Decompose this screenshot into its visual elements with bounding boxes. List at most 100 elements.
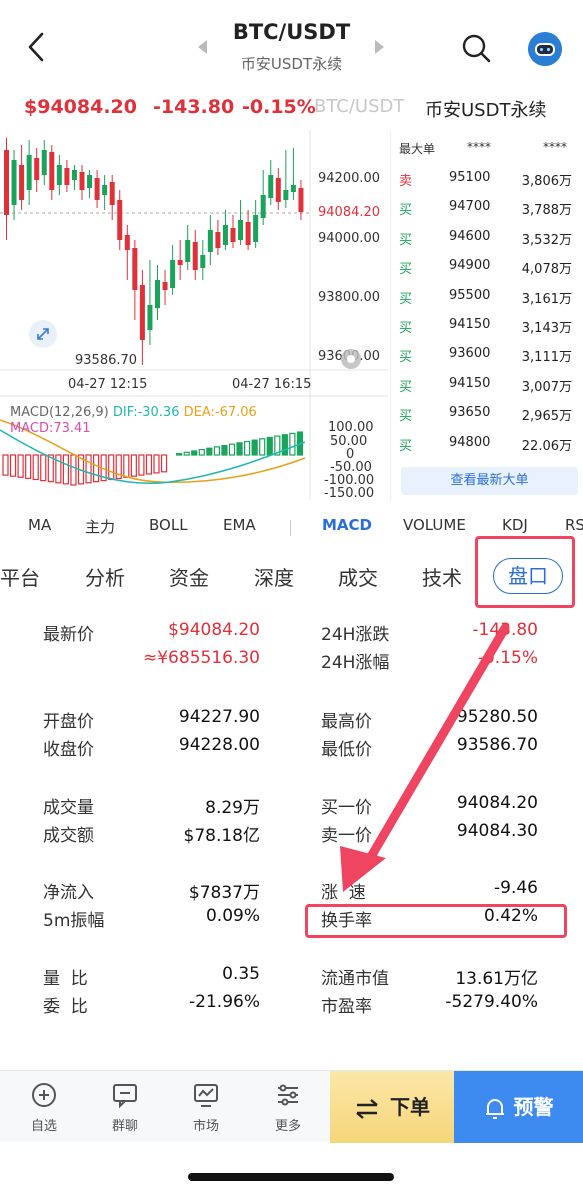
more-button[interactable]: 更多: [258, 1081, 318, 1134]
macd-value: MACD:73.41: [10, 421, 91, 436]
macd-tick: -150.00: [324, 486, 375, 501]
order-price: 94900: [449, 258, 491, 274]
indicator-ema[interactable]: EMA: [223, 516, 256, 534]
order-side: 买: [399, 321, 413, 336]
top-header: BTC/USDT 币安USDT永续: [0, 0, 583, 92]
amp5-value: 0.09%: [205, 906, 260, 926]
macd-bar: [123, 454, 130, 478]
order-side: 买: [399, 262, 413, 278]
macd-bar: [2, 454, 9, 476]
indicator-main-force[interactable]: 主力: [85, 516, 115, 537]
crosshair-handle-icon[interactable]: [340, 348, 362, 370]
y-tick: 94000.00: [318, 231, 381, 246]
chat-label: 群聊: [111, 1119, 138, 1134]
low-label: 最低价: [321, 740, 372, 760]
order-side: 买: [399, 438, 413, 454]
tab-depth[interactable]: 深度: [254, 562, 294, 591]
dea-value: DEA:-67.06: [183, 405, 257, 420]
macd-bar: [32, 454, 39, 481]
big-order-row: 买 94700 3,788万: [391, 199, 583, 228]
tab-technical[interactable]: 技术: [422, 562, 462, 591]
market-button[interactable]: 市场: [176, 1081, 236, 1134]
indicator-rsi[interactable]: RS: [565, 516, 583, 534]
kline-chart[interactable]: 94200.00 94084.20 94000.00 93800.00 9360…: [0, 130, 388, 501]
tab-funds[interactable]: 资金: [169, 562, 209, 591]
place-order-button[interactable]: 下单: [330, 1071, 454, 1143]
chg24-value: -143.80: [472, 620, 538, 640]
indicator-macd[interactable]: MACD: [322, 516, 372, 534]
candle-body: [215, 232, 221, 248]
order-amount: 3,007万: [521, 379, 572, 395]
bid-label: 买一价: [321, 798, 372, 818]
big-order-row: 卖 95100 3,806万: [391, 170, 583, 199]
volume-label: 成交量: [43, 798, 94, 818]
more-settings-icon: [278, 1084, 298, 1106]
candle-body: [117, 200, 123, 240]
pe-value: -5279.40%: [445, 992, 538, 1012]
chat-icon: [113, 1084, 137, 1109]
x-tick: 04-27 16:15: [232, 377, 312, 392]
order-side: 买: [399, 350, 413, 366]
indicator-kdj[interactable]: KDJ: [502, 516, 528, 534]
candle-body: [253, 215, 259, 242]
watchlist-button[interactable]: 自选: [14, 1081, 74, 1134]
candle-body: [155, 280, 160, 308]
indicator-ma[interactable]: MA: [28, 516, 51, 534]
candle-body: [260, 195, 266, 218]
candle-body: [207, 230, 213, 252]
candle-body: [34, 158, 40, 180]
fullscreen-icon[interactable]: [28, 319, 58, 349]
indicator-volume[interactable]: VOLUME: [403, 516, 466, 534]
speed-label: 涨 速: [321, 883, 366, 903]
tab-analysis[interactable]: 分析: [85, 562, 125, 591]
big-order-row: 买 95500 3,161万: [391, 288, 583, 317]
commit-label: 委 比: [43, 997, 88, 1017]
macd-bar: [176, 453, 183, 456]
ask-value: 94084.30: [456, 821, 538, 841]
search-icon[interactable]: [460, 32, 492, 64]
chat-button[interactable]: 群聊: [95, 1081, 155, 1134]
market-stats: 最新价 $94084.20 ≈¥685516.30 24H涨跌 -143.80 …: [0, 610, 583, 1030]
macd-bar: [92, 454, 100, 483]
indicator-boll[interactable]: BOLL: [149, 516, 188, 534]
close-label: 收盘价: [43, 740, 94, 760]
y-tick: 94200.00: [318, 171, 381, 186]
order-price: 94150: [449, 375, 491, 391]
speed-value: -9.46: [494, 878, 538, 898]
order-price: 94150: [449, 317, 491, 332]
order-side: 买: [399, 232, 413, 248]
next-pair-icon[interactable]: [375, 40, 384, 54]
candle-body: [102, 185, 108, 195]
volratio-label: 量 比: [43, 969, 88, 989]
order-amount: 4,078万: [521, 262, 572, 278]
tab-platform[interactable]: 平台: [0, 562, 40, 591]
avatar[interactable]: [528, 32, 562, 66]
highlight-box-tab: [475, 536, 575, 608]
candle-body: [124, 235, 130, 250]
macd-bar: [183, 451, 190, 456]
candle-body: [185, 240, 191, 262]
bottom-toolbar: 自选 群聊 市场 更多 下单 预警: [0, 1070, 583, 1143]
volratio-value: 0.35: [222, 964, 260, 984]
chgpct24-value: -0.15%: [477, 648, 538, 668]
macd-bar: [236, 442, 243, 456]
candle-body: [298, 188, 304, 212]
order-side: 卖: [399, 174, 413, 189]
tab-trades[interactable]: 成交: [338, 562, 378, 591]
macd-bar: [266, 436, 273, 456]
candle-body: [41, 150, 47, 175]
high-label: 最高价: [321, 712, 372, 732]
indicator-divider: [290, 520, 291, 536]
candle-body: [275, 178, 281, 202]
price-alert-button[interactable]: 预警: [454, 1071, 583, 1143]
candle-body: [49, 152, 55, 190]
candle-body: [200, 255, 206, 268]
pe-label: 市盈率: [321, 997, 372, 1017]
macd-bar: [145, 454, 153, 475]
order-side: 买: [399, 203, 413, 219]
page-title: BTC/USDT: [232, 20, 351, 44]
open-value: 94227.90: [178, 707, 260, 727]
view-latest-orders-button[interactable]: 查看最新大单: [401, 467, 578, 495]
current-price-tag: 94084.20: [316, 205, 383, 220]
robot-icon: [528, 32, 562, 66]
